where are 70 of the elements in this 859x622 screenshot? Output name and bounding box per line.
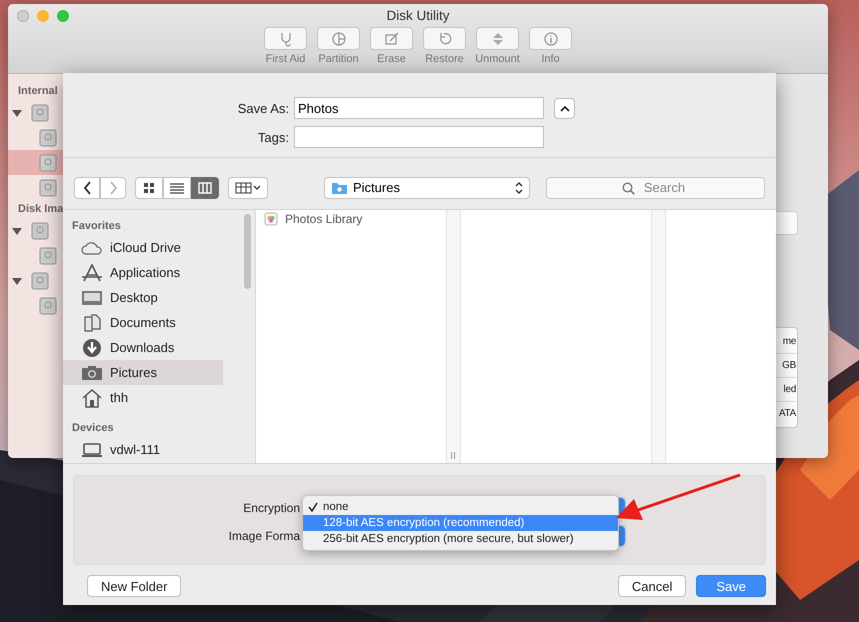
table-cell-text: ATA [778, 407, 796, 421]
tags-field[interactable] [294, 126, 544, 148]
field-label: Save As: [236, 100, 289, 116]
collapse-button[interactable] [554, 98, 575, 118]
cloud-icon [81, 240, 103, 256]
zoom-button[interactable] [57, 10, 69, 22]
search-icon [622, 182, 635, 194]
close-button[interactable] [17, 10, 29, 22]
sidebar-item[interactable]: Applications [63, 260, 223, 285]
compass-letter-a-icon [81, 264, 103, 282]
chevron-right-icon [108, 180, 118, 194]
folder-icon [331, 180, 348, 194]
checkmark-icon [308, 502, 318, 512]
eraser-icon [384, 30, 400, 46]
desktop-icon [81, 290, 103, 306]
columns-icon [198, 182, 212, 194]
toolbar-label: First Aid [266, 53, 306, 65]
laptop-icon [81, 442, 103, 458]
field-label: Image Forma [228, 529, 300, 543]
section-header: Internal [17, 84, 59, 99]
list-icon [170, 182, 184, 194]
sidebar-item[interactable]: Downloads [63, 335, 223, 360]
window-title: Disk Utility [386, 8, 450, 23]
menu-item[interactable]: 128-bit AES encryption (recommended) [303, 515, 618, 531]
toolbar-label: Unmount [475, 53, 520, 65]
minimize-button[interactable] [37, 10, 49, 22]
chevron-up-icon [560, 104, 570, 112]
field-label: Encryption [242, 501, 300, 515]
pie-chart-icon [330, 30, 346, 46]
back-button[interactable] [74, 176, 100, 198]
section-header: Devices [71, 421, 115, 436]
toolbar-label: Partition [318, 53, 359, 65]
column-resize-handle[interactable] [451, 452, 455, 459]
section-header: Disk Ima [17, 202, 63, 217]
sidebar-item[interactable]: vdwl-111 [63, 437, 223, 462]
file-item[interactable]: Photos Library [256, 210, 446, 228]
scrollbar[interactable] [244, 214, 251, 289]
disclosure-triangle-icon[interactable] [12, 226, 22, 236]
grid-icon [142, 182, 156, 194]
info-icon [542, 30, 558, 46]
sidebar-item[interactable]: Pictures [63, 360, 223, 385]
camera-icon [81, 364, 103, 380]
view-mode-button[interactable] [191, 176, 219, 198]
section-header: Favorites [71, 219, 122, 234]
dialog-button[interactable]: Cancel [618, 575, 686, 597]
view-mode-button[interactable] [163, 176, 191, 198]
menu-item[interactable]: none [303, 499, 618, 515]
view-mode-button[interactable] [135, 176, 163, 198]
save-as-field[interactable]: Photos [294, 97, 544, 119]
sidebar-item[interactable]: Desktop [63, 285, 223, 310]
toolbar-label: Restore [425, 53, 464, 65]
download-icon [81, 338, 103, 358]
up-down-arrows-icon [515, 182, 523, 194]
disclosure-triangle-icon[interactable] [12, 276, 22, 286]
chevron-left-icon [82, 180, 92, 194]
house-icon [81, 388, 103, 408]
location-popup[interactable]: Pictures [324, 176, 530, 198]
search-field[interactable]: Search [546, 176, 765, 198]
field-label: Tags: [256, 130, 289, 144]
toolbar-label: Info [541, 53, 560, 65]
sidebar-item[interactable]: Documents [63, 310, 223, 335]
sidebar-item[interactable]: thh [63, 385, 223, 410]
arrange-icon [235, 182, 261, 194]
toolbar-label: Erase [377, 53, 406, 65]
disclosure-triangle-icon[interactable] [12, 108, 22, 118]
volume-row[interactable] [8, 150, 63, 175]
dialog-button[interactable]: New Folder [87, 575, 182, 597]
menu-item[interactable]: 256-bit AES encryption (more secure, but slower) [303, 531, 618, 547]
sidebar-item[interactable]: iCloud Drive [63, 235, 223, 260]
arrange-button[interactable] [228, 176, 268, 198]
